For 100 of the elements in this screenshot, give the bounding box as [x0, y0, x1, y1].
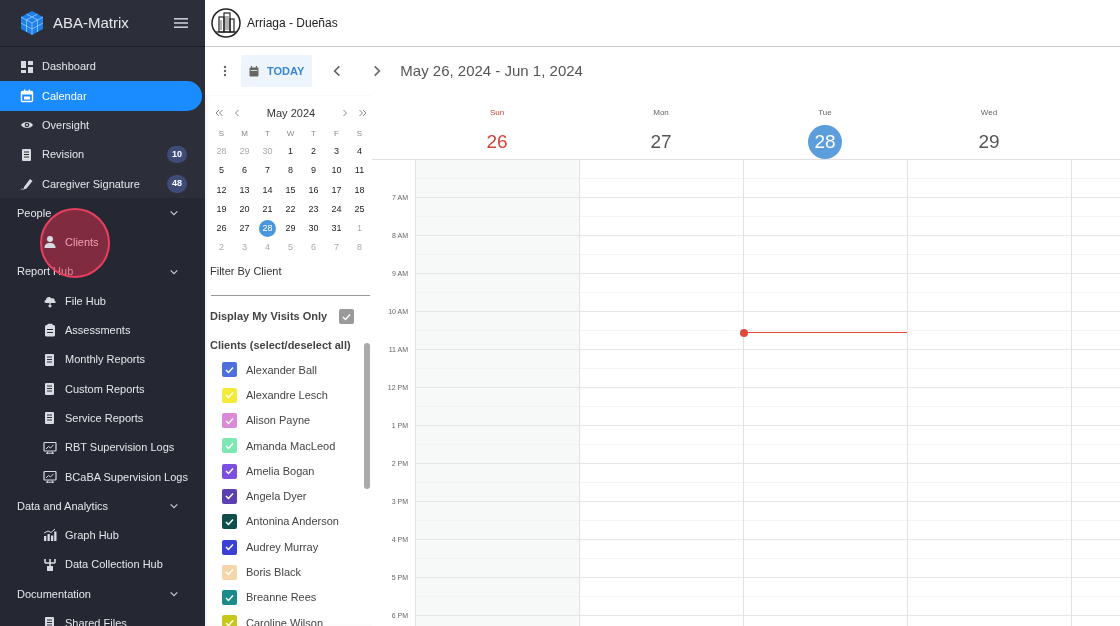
calendar-day[interactable]: 30 [308, 223, 319, 234]
calendar-day[interactable]: 14 [262, 184, 273, 195]
group-title: Data and Analytics [17, 498, 109, 514]
cube-logo-icon [19, 10, 45, 36]
calendar-day[interactable]: 26 [216, 223, 227, 234]
network-icon [43, 557, 57, 572]
day-number[interactable]: 29 [972, 125, 1006, 159]
checkbox[interactable] [222, 488, 237, 504]
calendar-day[interactable]: 9 [311, 165, 316, 176]
nav-item[interactable]: Data Collection Hub [0, 550, 205, 580]
check-icon [225, 568, 234, 577]
nav-group-header[interactable]: People [0, 198, 205, 228]
nav-item[interactable]: BCaBA Supervision Logs [0, 462, 205, 492]
check-icon [225, 441, 234, 450]
calendar-day[interactable]: 5 [219, 165, 224, 176]
calendar-day[interactable]: 17 [331, 184, 342, 195]
checkbox[interactable] [222, 438, 237, 454]
date-range: May 26, 2024 - Jun 1, 2024 [400, 60, 583, 81]
document-icon [43, 411, 57, 426]
check-icon [225, 543, 234, 551]
calendar-day[interactable]: 20 [239, 203, 250, 214]
weekday-label: S [218, 129, 225, 138]
calendar-day[interactable]: 3 [334, 146, 339, 156]
scrollbar[interactable] [364, 343, 370, 490]
calendar-day[interactable]: 31 [331, 223, 342, 234]
checkbox[interactable] [339, 309, 355, 325]
checkbox[interactable] [222, 463, 237, 479]
calendar-day[interactable]: 11 [354, 165, 365, 176]
nav-item[interactable]: File Hub [0, 286, 205, 316]
calendar-day[interactable]: 21 [262, 203, 273, 214]
check-icon [225, 416, 234, 425]
nav-item[interactable]: Dashboard [0, 52, 205, 82]
checkbox[interactable] [222, 514, 237, 530]
previous-month-icon [232, 108, 242, 118]
client-name: Alexandre Lesch [246, 387, 328, 403]
calendar-day[interactable]: 22 [285, 203, 296, 214]
client-name: Amanda MacLeod [246, 438, 336, 454]
checkbox[interactable] [222, 387, 237, 403]
check-icon [225, 593, 234, 602]
calendar-day[interactable]: 29 [285, 223, 296, 234]
nav-item[interactable]: Graph Hub [0, 520, 205, 551]
calendar-day[interactable]: 2 [311, 146, 316, 156]
nav-item[interactable]: Caregiver Signature 48 [0, 169, 205, 199]
previous-year-icon [214, 108, 224, 118]
checkbox-label: Display My Visits Only [210, 309, 328, 325]
calendar-day[interactable]: 1 [288, 146, 293, 156]
calendar-day[interactable]: 6 [242, 165, 247, 176]
nav-item[interactable]: Oversight [0, 110, 205, 140]
nav-item[interactable]: RBT Supervision Logs [0, 432, 205, 463]
calendar-day[interactable]: 8 [288, 165, 293, 176]
calendar-day[interactable]: 23 [308, 203, 319, 214]
checkbox[interactable] [222, 590, 237, 606]
nav-item[interactable]: Service Reports [0, 403, 205, 433]
check-icon [225, 365, 234, 374]
section-title[interactable]: Clients (select/deselect all) [210, 336, 372, 354]
calendar-day[interactable]: 19 [216, 203, 227, 214]
nav-group-header[interactable]: Documentation [0, 579, 205, 609]
chevron-icon [169, 589, 179, 599]
client-name: Antonina Anderson [246, 514, 339, 530]
weekday-label: S [356, 129, 363, 138]
client-name: Audrey Murray [246, 539, 319, 555]
calendar-day[interactable]: 15 [285, 184, 296, 195]
calendar-day[interactable]: 16 [308, 184, 319, 195]
weekday-label: T [265, 129, 270, 138]
calendar-day[interactable]: 18 [354, 184, 365, 195]
checkbox[interactable] [222, 539, 237, 555]
nav-item[interactable]: Custom Reports [0, 374, 205, 404]
calendar-day[interactable]: 4 [357, 146, 362, 156]
weekday-label: Tue [818, 107, 832, 119]
calendar-day[interactable]: 27 [239, 223, 250, 234]
check-icon [225, 467, 234, 476]
nav-item[interactable]: Assessments [0, 315, 205, 345]
nav-group-header[interactable]: Data and Analytics [0, 491, 205, 521]
document-icon [43, 352, 57, 367]
calendar-day[interactable]: 12 [216, 184, 227, 195]
nav-item[interactable]: Monthly Reports [0, 344, 205, 375]
checkbox[interactable] [222, 362, 237, 378]
checkbox[interactable] [222, 615, 237, 626]
weekday-label: W [286, 129, 295, 138]
weekday-label: F [334, 129, 339, 138]
count-badge: 48 [167, 175, 187, 193]
calendar-day[interactable]: 13 [239, 184, 250, 195]
calendar-day[interactable]: 10 [331, 165, 342, 176]
nav-item[interactable]: Clients [0, 227, 205, 258]
weekday-label: Mon [653, 107, 669, 119]
menu-button[interactable] [174, 17, 188, 29]
kebab-icon [223, 65, 227, 77]
more-options-button[interactable] [223, 65, 227, 77]
menu-icon [174, 17, 188, 29]
calendar-day[interactable]: 25 [354, 203, 365, 214]
check-icon [342, 312, 352, 321]
calendar-day[interactable]: 24 [331, 203, 342, 214]
document-icon [43, 381, 57, 396]
checkbox[interactable] [222, 564, 237, 580]
checkbox[interactable] [222, 413, 237, 428]
day-number[interactable]: 27 [644, 125, 678, 159]
nav-item[interactable]: Revision 10 [0, 139, 205, 170]
calendar-day[interactable]: 7 [265, 165, 270, 176]
check-icon [225, 492, 234, 501]
day-number[interactable]: 26 [480, 125, 514, 159]
